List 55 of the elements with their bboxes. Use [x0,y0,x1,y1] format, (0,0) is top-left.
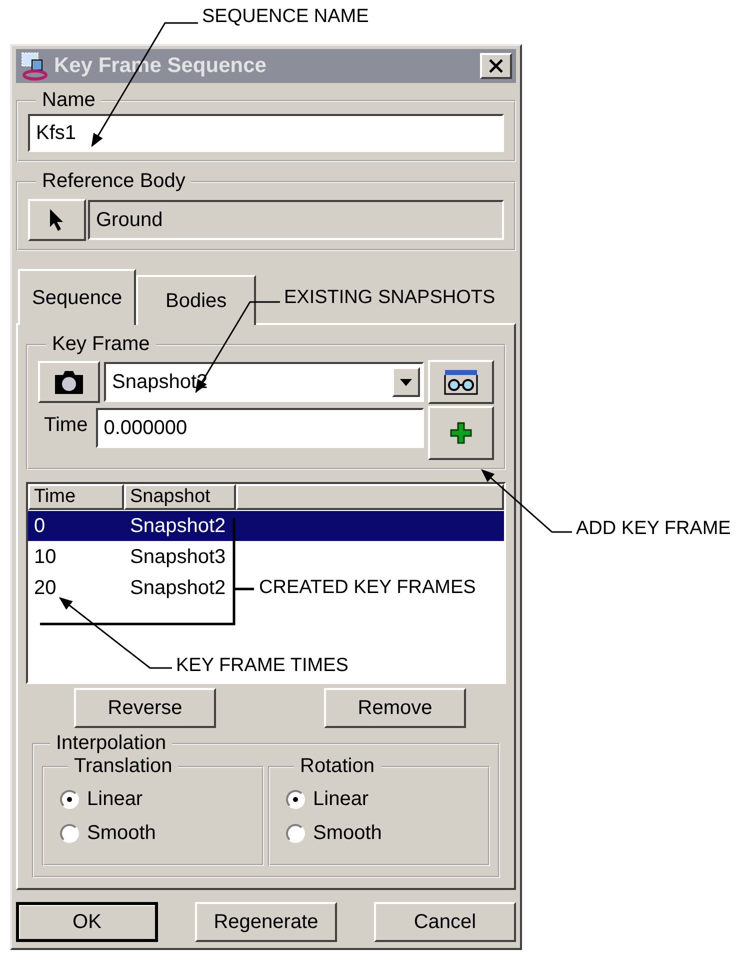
callout-label: EXISTING SNAPSHOTS [284,287,496,309]
app-icon [20,51,50,81]
radio-button[interactable] [286,790,305,808]
group-label: Reference Body [42,170,186,192]
column-header[interactable] [236,484,504,510]
dialog-button[interactable]: Cancel [374,902,516,942]
column-header[interactable]: Snapshot [124,484,236,510]
view-snapshot-button[interactable] [428,360,494,404]
pointer-icon [49,208,65,232]
time-cell-text: 0 [33,514,46,538]
list-action-button[interactable]: Remove [324,688,466,728]
column-header[interactable]: Time [28,484,124,510]
group-label: Rotation [300,755,374,777]
table-row[interactable]: 20 Snapshot2 [28,573,236,603]
radio-button[interactable] [60,824,79,842]
snapshot-cell-text: Snapshot2 [129,514,227,538]
camera-icon [53,369,85,395]
radio-label: Linear [313,788,369,810]
callout-label: KEY FRAME TIMES [176,655,348,677]
table-row[interactable]: 0 Snapshot2 [28,511,504,541]
callout-label: SEQUENCE NAME [202,6,369,28]
time-cell-text: 20 [33,576,58,600]
list-action-button[interactable]: Reverse [74,688,216,728]
close-button[interactable] [480,53,512,79]
dialog-button[interactable]: Regenerate [195,902,337,942]
radio-button[interactable] [286,824,305,842]
callout-label: CREATED KEY FRAMES [259,577,476,599]
tab[interactable]: Sequence [18,269,136,325]
add-key-frame-button[interactable] [428,406,494,460]
time-label: Time [43,413,89,437]
group-label: Key Frame [52,333,150,355]
time-cell-text: 10 [33,546,58,568]
reference-body-field: Ground [88,200,504,240]
glasses-icon [443,368,479,396]
caret-icon [400,378,412,386]
radio-label: Smooth [87,822,156,844]
select-body-button[interactable] [28,199,86,241]
dialog-button[interactable]: OK [16,902,158,942]
close-icon [489,59,503,73]
group-label: Interpolation [56,732,166,754]
time-field[interactable]: 0.000000 [96,408,424,448]
table-row[interactable]: 10 Snapshot3 [28,542,236,572]
tab[interactable]: Bodies [136,275,256,325]
snapshot-button[interactable] [38,361,100,403]
group-label: Name [42,89,96,111]
radio-label: Smooth [313,822,382,844]
plus-icon [450,422,472,444]
dropdown-button[interactable] [392,367,420,397]
group-label: Translation [74,755,172,777]
callout-label: ADD KEY FRAME [576,518,731,540]
name-field[interactable]: Kfs1 [28,114,504,152]
radio-button[interactable] [60,790,79,808]
radio-label: Linear [87,788,143,810]
snapshot-cell-text: Snapshot3 [129,546,227,568]
snapshot-cell-text: Snapshot2 [129,576,227,600]
